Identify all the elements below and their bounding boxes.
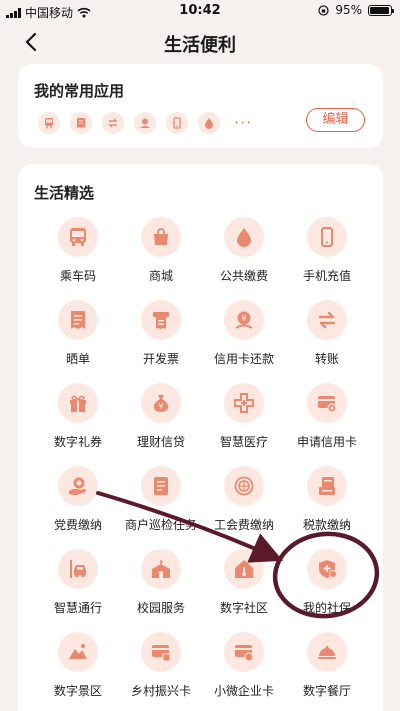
checklist-icon [141,466,181,506]
favorites-card: 我的常用应用 ··· 编辑 [18,64,383,148]
home-thermo-icon [224,549,264,589]
more-icon[interactable]: ··· [234,115,252,131]
wealth-icon[interactable] [134,112,156,134]
battery-percent: 95% [335,3,362,17]
favorites-icon-row: ··· [38,112,252,134]
drop-icon [224,217,264,257]
service-credit-repay[interactable]: ¥ 信用卡还款 [198,297,290,367]
nav-bar: 生活便利 [0,22,400,64]
edit-button[interactable]: 编辑 [306,108,365,132]
service-label: 商城 [148,269,173,283]
credit-repay-icon: ¥ [224,300,264,340]
bus-icon [58,217,98,257]
service-issue-invoice[interactable]: 开发票 [115,297,207,367]
orientation-lock-icon [318,4,329,16]
tax-icon [307,466,347,506]
service-digital-restaurant[interactable]: 数字餐厅 [281,629,373,699]
dining-cloche-icon [307,632,347,672]
service-mobile-topup[interactable]: 手机充值 [281,214,373,284]
service-smart-medical[interactable]: 智慧医疗 [198,380,290,450]
service-finance-loan[interactable]: ¥ 理财信贷 [115,380,207,450]
service-label: 乡村振兴卡 [130,684,191,698]
service-mall[interactable]: 商城 [115,214,207,284]
service-label: 数字社区 [219,601,268,615]
service-my-social-security[interactable]: 我的社保 [281,546,373,616]
shield-plus-icon [307,549,347,589]
service-label: 乘车码 [59,269,96,283]
service-digital-voucher[interactable]: 数字礼券 [32,380,124,450]
service-label: 晒单 [65,352,90,366]
service-label: 智慧通行 [53,601,102,615]
business-card-icon [224,632,264,672]
service-label: 数字礼券 [53,435,102,449]
service-union-fee[interactable]: 工会费缴纳 [198,463,290,533]
service-label: 公共缴费 [219,269,268,283]
battery-icon [368,4,394,16]
service-label: 手机充值 [302,269,351,283]
service-apply-credit-card[interactable]: 申请信用卡 [281,380,373,450]
credit-card-icon [307,383,347,423]
invoice-icon [141,300,181,340]
service-party-fee[interactable]: 党费缴纳 [32,463,124,533]
service-small-business-card[interactable]: 小微企业卡 [198,629,290,699]
service-label: 开发票 [142,352,179,366]
drop-icon[interactable] [198,112,220,134]
service-label: 党费缴纳 [53,518,102,532]
service-tax-payment[interactable]: 税款缴纳 [281,463,373,533]
phone-icon [307,217,347,257]
favorites-title: 我的常用应用 [34,82,125,100]
service-merchant-inspection[interactable]: 商户巡检任务 [115,463,207,533]
car-icon [58,549,98,589]
service-label: 校园服务 [136,601,185,615]
phone-icon[interactable] [166,112,188,134]
service-label: 商户巡检任务 [124,518,197,532]
school-icon [141,549,181,589]
transfer-icon [307,300,347,340]
village-card-icon [141,632,181,672]
receipt-icon[interactable] [70,112,92,134]
service-label: 智慧医疗 [219,435,268,449]
party-fee-icon [58,466,98,506]
service-public-payment[interactable]: 公共缴费 [198,214,290,284]
service-rural-card[interactable]: 乡村振兴卡 [115,629,207,699]
service-label: 小微企业卡 [213,684,274,698]
svg-text:¥: ¥ [158,402,163,411]
service-digital-scenic[interactable]: 数字景区 [32,629,124,699]
service-share-order[interactable]: 晒单 [32,297,124,367]
service-campus[interactable]: 校园服务 [115,546,207,616]
life-selection-title: 生活精选 [34,184,95,202]
receipt-icon [58,300,98,340]
service-label: 税款缴纳 [302,518,351,532]
life-selection-card: 生活精选 乘车码 商城 公共缴费 手机充值 晒单 开发票 ¥ 信用卡还款 转账 … [18,164,383,711]
service-label: 我的社保 [302,601,351,615]
svg-text:¥: ¥ [241,314,247,324]
gift-icon [58,383,98,423]
union-badge-icon [224,466,264,506]
service-label: 数字景区 [53,684,102,698]
mountain-icon [58,632,98,672]
shopping-bag-icon [141,217,181,257]
status-right: 95% [318,3,394,17]
medical-cross-icon [224,383,264,423]
service-bus-code[interactable]: 乘车码 [32,214,124,284]
service-label: 工会费缴纳 [213,518,274,532]
service-label: 信用卡还款 [213,352,274,366]
service-smart-traffic[interactable]: 智慧通行 [32,546,124,616]
service-label: 数字餐厅 [302,684,351,698]
service-label: 转账 [314,352,339,366]
money-bag-icon: ¥ [141,383,181,423]
service-transfer[interactable]: 转账 [281,297,373,367]
service-label: 申请信用卡 [296,435,357,449]
status-bar: 中国移动 10:42 95% [0,0,400,22]
battery-fill [370,6,389,14]
page-title: 生活便利 [164,35,236,56]
bus-icon[interactable] [38,112,60,134]
transfer-icon[interactable] [102,112,124,134]
service-label: 理财信贷 [136,435,185,449]
service-digital-community[interactable]: 数字社区 [198,546,290,616]
